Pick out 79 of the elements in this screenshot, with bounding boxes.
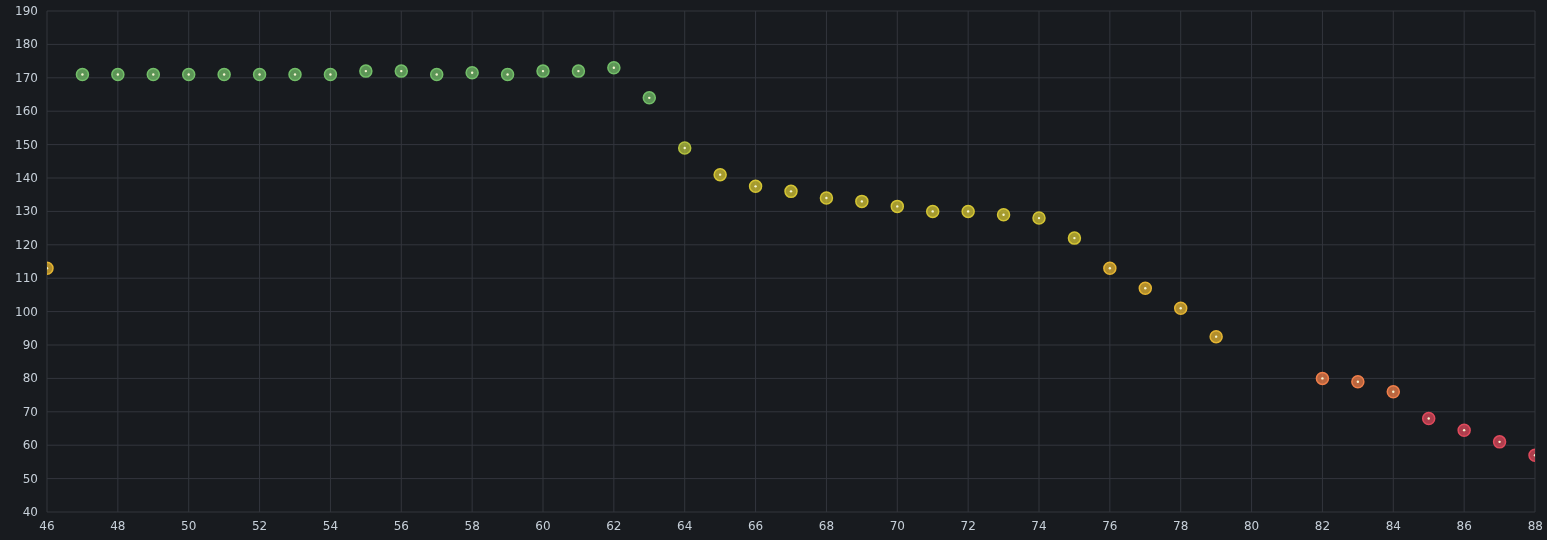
x-tick-label: 56 (393, 519, 409, 533)
data-point (47, 261, 54, 275)
data-point (1138, 281, 1153, 295)
x-tick-label: 58 (464, 519, 480, 533)
x-tick-label: 72 (960, 519, 976, 533)
y-tick-label: 170 (15, 70, 38, 85)
y-tick-label: 70 (22, 404, 38, 419)
data-point (1492, 435, 1507, 449)
data-point (359, 64, 373, 78)
data-point (500, 67, 515, 82)
data-point (1421, 411, 1436, 426)
data-point (1457, 423, 1471, 437)
data-point (288, 67, 302, 82)
data-point (890, 199, 905, 214)
y-tick-label: 80 (22, 371, 38, 386)
x-tick-label: 52 (251, 519, 268, 533)
x-tick-label: 84 (1385, 519, 1401, 533)
y-tick-label: 190 (15, 4, 38, 18)
data-point (394, 64, 409, 78)
x-tick-label: 46 (39, 519, 55, 533)
y-tick-label: 110 (15, 271, 38, 286)
data-point (784, 184, 798, 199)
data-point (855, 194, 869, 209)
data-point (748, 179, 763, 194)
y-tick-label: 160 (15, 104, 38, 119)
x-tick-label: 76 (1102, 519, 1118, 533)
data-point (111, 67, 125, 82)
y-tick-label: 50 (22, 471, 38, 486)
data-point (465, 66, 479, 80)
y-tick-label: 60 (22, 438, 38, 453)
y-tick-label: 150 (15, 137, 38, 152)
y-tick-label: 180 (15, 37, 38, 52)
x-tick-label: 86 (1456, 519, 1472, 533)
y-tick-label: 120 (15, 237, 38, 252)
y-tick-label: 140 (15, 171, 38, 185)
data-point (1209, 329, 1223, 344)
data-point (819, 191, 834, 205)
data-point (75, 67, 90, 82)
data-point (1386, 385, 1401, 399)
y-tick-label: 40 (22, 505, 38, 519)
data-point (961, 204, 975, 219)
x-tick-label: 68 (818, 519, 835, 533)
data-point (1173, 301, 1188, 315)
x-tick-label: 64 (677, 519, 693, 533)
x-tick-label: 82 (1314, 519, 1331, 533)
y-tick-label: 130 (15, 204, 38, 219)
data-point (429, 67, 444, 82)
data-point (181, 67, 196, 82)
data-point (713, 167, 727, 182)
data-point (642, 91, 657, 105)
data-point (996, 208, 1011, 222)
x-tick-label: 60 (535, 519, 551, 533)
data-point (146, 67, 161, 82)
data-point (925, 204, 940, 219)
data-point (1351, 375, 1365, 389)
data-point (1528, 448, 1535, 462)
x-tick-label: 88 (1527, 519, 1543, 533)
x-tick-label: 50 (181, 519, 197, 533)
data-point (252, 67, 267, 82)
data-point (607, 61, 621, 75)
data-point (1315, 371, 1330, 386)
data-point (571, 64, 586, 78)
x-tick-label: 48 (110, 519, 126, 533)
x-tick-label: 70 (889, 519, 905, 533)
x-tick-label: 54 (322, 519, 339, 533)
data-point (1103, 261, 1117, 275)
x-tick-label: 80 (1243, 519, 1260, 533)
data-point (1067, 231, 1082, 245)
x-tick-label: 66 (747, 519, 764, 533)
y-tick-label: 90 (22, 338, 38, 352)
x-tick-label: 62 (606, 519, 622, 533)
x-tick-label: 78 (1173, 519, 1189, 533)
x-tick-label: 74 (1031, 519, 1047, 533)
data-point (323, 67, 338, 82)
data-point (1032, 211, 1046, 225)
data-point (217, 67, 231, 82)
data-point (536, 64, 550, 78)
y-tick-label: 100 (15, 304, 38, 319)
data-point (677, 141, 692, 155)
